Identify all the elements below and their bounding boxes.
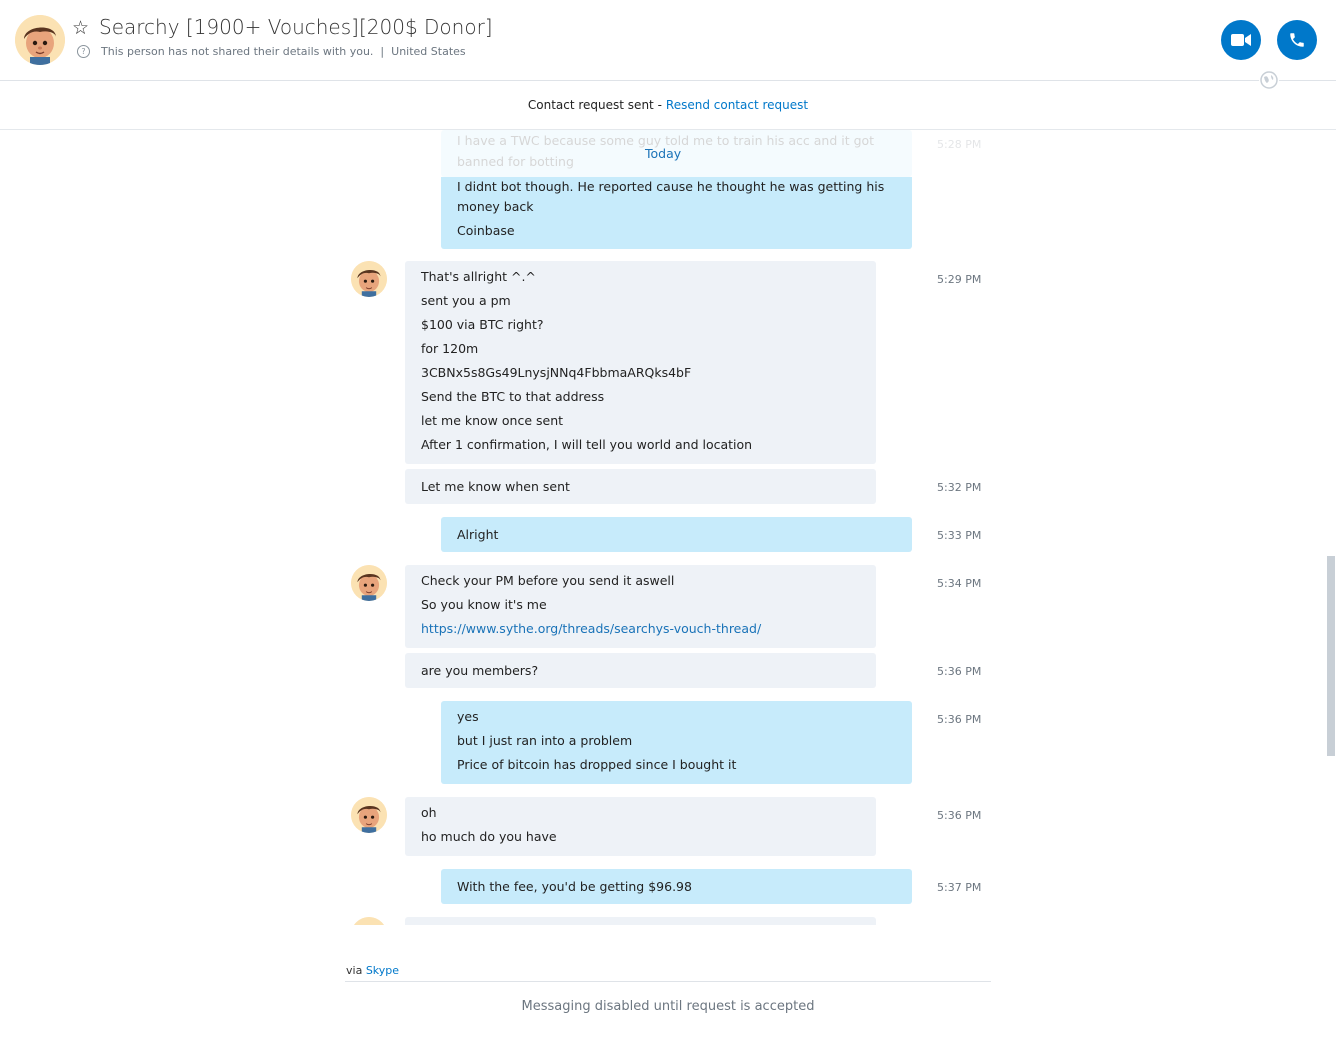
contact-avatar[interactable] <box>351 261 387 297</box>
contact-request-bar: Contact request sent - Resend contact re… <box>0 80 1336 130</box>
message-time: 5:28 PM <box>937 138 982 151</box>
privacy-note: This person has not shared their details… <box>101 45 374 58</box>
message-bubble-incoming[interactable]: oh ho much do you have <box>405 797 876 856</box>
conversation-header: ☆ Searchy [1900+ Vouches][200$ Donor] ? … <box>0 0 1336 81</box>
message-line: Coinbase <box>457 223 515 238</box>
messaging-disabled-notice: Messaging disabled until request is acce… <box>521 999 815 1014</box>
message-line: $100 via BTC right? <box>421 317 544 332</box>
message-time: 5:33 PM <box>937 529 982 542</box>
request-status: Contact request sent - <box>527 97 662 112</box>
message-line: Let me know when sent <box>421 479 570 494</box>
resend-request-link[interactable]: Resend contact request <box>666 98 808 112</box>
contact-avatar[interactable] <box>15 15 65 65</box>
via-label: via Skype <box>346 964 399 977</box>
message-line: sent you a pm <box>421 293 511 308</box>
message-bubble-incoming[interactable]: are you members? <box>405 653 876 688</box>
via-prefix: via <box>346 964 363 977</box>
message-line: ho much do you have <box>421 829 557 844</box>
message-time: 5:29 PM <box>937 273 982 286</box>
audio-call-button[interactable] <box>1277 20 1317 60</box>
message-bubble-incoming[interactable]: That's allright ^.^ sent you a pm $100 v… <box>405 261 876 464</box>
message-bubble-outgoing[interactable]: Alright <box>441 517 912 552</box>
message-line: Check your PM before you send it aswell <box>421 573 675 588</box>
vouch-thread-link[interactable]: https://www.sythe.org/threads/searchys-v… <box>421 617 860 641</box>
message-time: 5:32 PM <box>937 481 982 494</box>
date-divider: Today <box>645 146 682 161</box>
message-line: oh <box>421 805 437 820</box>
chat-scrollbar[interactable] <box>1327 556 1335 756</box>
message-line: money back <box>457 199 534 214</box>
message-line: So you know it's me <box>421 597 547 612</box>
contact-avatar[interactable] <box>351 797 387 833</box>
via-service-link[interactable]: Skype <box>366 964 399 977</box>
help-circle-icon[interactable]: ? <box>77 45 90 58</box>
message-bubble-incoming[interactable]: Check your PM before you send it aswell … <box>405 565 876 648</box>
message-line: That's allright ^.^ <box>421 269 536 284</box>
message-list[interactable]: I have a TWC because some guy told me to… <box>0 130 1336 925</box>
video-call-icon <box>1231 34 1251 46</box>
message-line: I didnt bot though. He reported cause he… <box>457 179 885 194</box>
separator: | <box>380 45 385 58</box>
message-line: but I just ran into a problem <box>457 733 633 748</box>
message-bubble-incoming[interactable]: Let me know when sent <box>405 469 876 504</box>
message-line: are you members? <box>421 663 539 678</box>
message-time: 5:36 PM <box>937 665 982 678</box>
message-line: Send the BTC to that address <box>421 389 605 404</box>
message-time: 5:36 PM <box>937 713 982 726</box>
message-time: 5:37 PM <box>937 881 982 894</box>
message-line: Price of bitcoin has dropped since I bou… <box>457 757 737 772</box>
message-line: for 120m <box>421 341 479 356</box>
phone-icon <box>1290 33 1304 47</box>
message-line: With the fee, you'd be getting $96.98 <box>457 879 692 894</box>
message-line: 3CBNx5s8Gs49LnysjNNq4FbbmaARQks4bF <box>421 365 692 380</box>
contact-avatar[interactable] <box>351 565 387 601</box>
message-bubble-outgoing[interactable]: yes but I just ran into a problem Price … <box>441 701 912 784</box>
favorite-star-icon[interactable]: ☆ <box>72 17 89 39</box>
message-time: 5:34 PM <box>937 577 982 590</box>
message-line: let me know once sent <box>421 413 564 428</box>
contact-details-line: ? This person has not shared their detai… <box>77 45 466 58</box>
contact-name: Searchy [1900+ Vouches][200$ Donor] <box>99 15 493 39</box>
message-line: Alright <box>457 527 499 542</box>
message-line: yes <box>457 709 479 724</box>
message-bubble-outgoing[interactable]: I didnt bot though. He reported cause he… <box>441 177 912 249</box>
message-bubble-incoming[interactable] <box>405 917 876 925</box>
contact-location: United States <box>391 45 466 58</box>
message-line: After 1 confirmation, I will tell you wo… <box>421 437 753 452</box>
message-time: 5:36 PM <box>937 809 982 822</box>
contact-avatar[interactable] <box>351 917 387 925</box>
divider <box>345 981 991 982</box>
video-call-button[interactable] <box>1221 20 1261 60</box>
message-bubble-outgoing[interactable]: With the fee, you'd be getting $96.98 <box>441 869 912 904</box>
